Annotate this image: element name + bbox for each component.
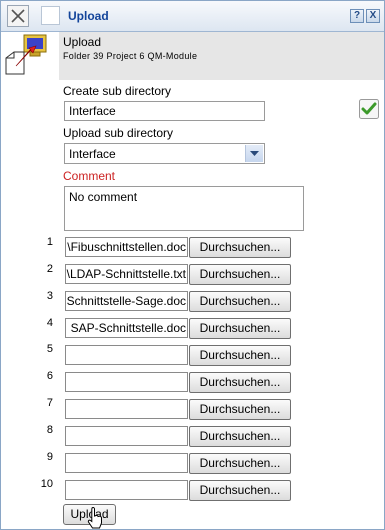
chevron-down-icon <box>250 151 259 156</box>
browse-button[interactable]: Durchsuchen... <box>189 480 291 501</box>
browse-button[interactable]: Durchsuchen... <box>189 399 291 420</box>
window-title: Upload <box>68 9 109 23</box>
file-row-number: 1 <box>46 236 53 248</box>
help-button[interactable]: ? <box>350 9 364 23</box>
close-button[interactable]: X <box>366 9 380 23</box>
browse-button[interactable]: Durchsuchen... <box>189 318 291 339</box>
file-row-number: 10 <box>40 478 53 490</box>
file-input[interactable]: \LDAP-Schnittstelle.txt <box>65 264 188 284</box>
file-input[interactable] <box>65 480 188 500</box>
browse-button[interactable]: Durchsuchen... <box>189 453 291 474</box>
file-input[interactable] <box>65 426 188 446</box>
create-subdir-label: Create sub directory <box>63 84 172 98</box>
file-row-number: 5 <box>46 343 53 355</box>
file-row-number: 8 <box>46 424 53 436</box>
browse-button[interactable]: Durchsuchen... <box>189 372 291 393</box>
header-subtitle: Folder 39 Project 6 QM-Module <box>63 51 198 61</box>
hand-cursor-icon <box>87 507 102 529</box>
browse-button[interactable]: Durchsuchen... <box>189 426 291 447</box>
confirm-check-icon[interactable] <box>359 99 379 119</box>
file-input[interactable]: SAP-Schnittstelle.doc <box>65 318 188 338</box>
file-input[interactable]: \Fibuschnittstellen.doc <box>65 237 188 257</box>
file-row-number: 2 <box>46 263 53 275</box>
create-subdir-input[interactable]: Interface <box>64 101 265 121</box>
comment-textarea[interactable]: No comment <box>64 186 304 231</box>
window-icon-placeholder <box>41 6 60 25</box>
browse-button[interactable]: Durchsuchen... <box>189 345 291 366</box>
close-window-button[interactable] <box>7 5 29 27</box>
file-input[interactable] <box>65 399 188 419</box>
file-input[interactable]: Schnittstelle-Sage.doc <box>65 291 188 311</box>
file-row-number: 4 <box>46 317 53 329</box>
file-row-number: 3 <box>46 290 53 302</box>
file-input[interactable] <box>65 453 188 473</box>
browse-button[interactable]: Durchsuchen... <box>189 264 291 285</box>
upload-subdir-value: Interface <box>69 147 116 161</box>
file-row-number: 9 <box>46 451 53 463</box>
browse-button[interactable]: Durchsuchen... <box>189 291 291 312</box>
upload-subdir-label: Upload sub directory <box>63 126 174 140</box>
file-row-number: 6 <box>46 370 53 382</box>
dropdown-arrow[interactable] <box>245 145 263 162</box>
close-icon <box>11 9 25 23</box>
browse-button[interactable]: Durchsuchen... <box>189 237 291 258</box>
upload-icon <box>5 34 47 75</box>
header-title: Upload <box>63 35 102 49</box>
title-bar: Upload ? X <box>1 1 384 32</box>
upload-subdir-select[interactable]: Interface <box>64 143 265 164</box>
file-input[interactable] <box>65 372 188 392</box>
file-row-number: 7 <box>46 397 53 409</box>
upload-dialog: Upload ? X Upload Folder 39 Project 6 QM… <box>0 0 385 530</box>
file-input[interactable] <box>65 345 188 365</box>
comment-label: Comment <box>63 169 116 183</box>
